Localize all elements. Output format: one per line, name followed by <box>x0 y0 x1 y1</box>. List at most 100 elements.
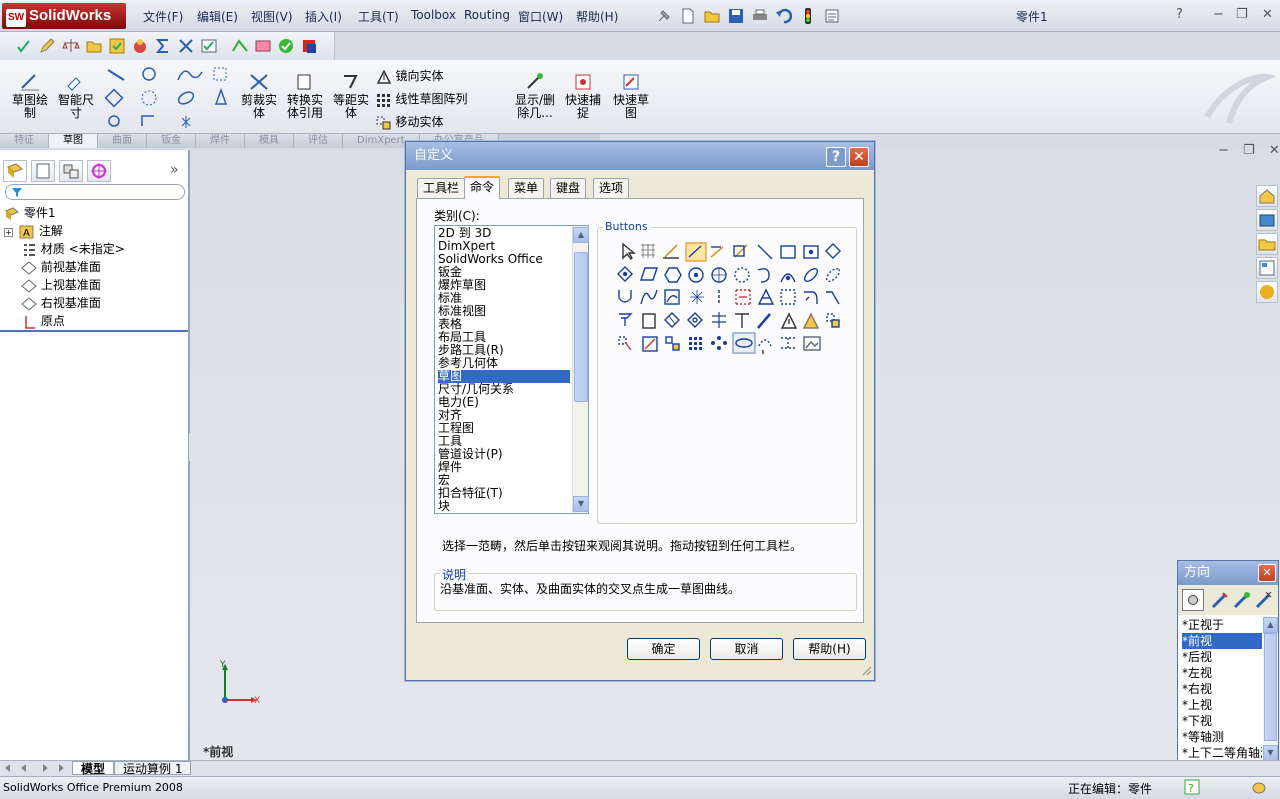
tree-root-part[interactable]: 零件1 <box>4 204 55 221</box>
print-icon[interactable] <box>751 7 769 25</box>
viewport-restore-button[interactable]: ❐ <box>1243 143 1255 158</box>
scroll-up-icon[interactable]: ▲ <box>573 227 589 243</box>
pin-icon[interactable] <box>655 7 673 25</box>
menu-help[interactable]: 帮助(H) <box>576 8 618 25</box>
tree-item-annotations[interactable]: + A 注解 <box>4 222 63 239</box>
category-scrollbar[interactable]: ▲ ▼ <box>572 226 589 513</box>
tree-item-front-plane[interactable]: 前视基准面 <box>21 258 101 275</box>
sketch-tools-group[interactable] <box>104 66 232 130</box>
close-button[interactable]: ✕ <box>1262 7 1273 22</box>
tab-evaluate[interactable]: 评估 <box>294 134 343 148</box>
dialog-help-text-button[interactable]: 帮助(H) <box>793 638 866 660</box>
list-item[interactable]: *正视于 <box>1182 617 1262 633</box>
update-view-icon[interactable] <box>1232 590 1252 610</box>
scroll-thumb[interactable] <box>574 252 588 402</box>
task-home-tab[interactable] <box>1256 185 1278 207</box>
scissors-icon[interactable] <box>177 37 195 55</box>
tab-options[interactable]: 选项 <box>593 178 630 198</box>
new-view-icon[interactable] <box>1210 590 1230 610</box>
viewport-close-button[interactable]: ✕ <box>1269 143 1280 158</box>
scroll-up-icon[interactable]: ▲ <box>1263 617 1278 633</box>
rapid-sketch-button[interactable]: 快速草 图 <box>610 72 652 120</box>
resize-grip-icon[interactable] <box>860 664 872 676</box>
dimxpert-manager-tab[interactable] <box>87 160 111 182</box>
green-check-icon[interactable] <box>277 37 295 55</box>
move-entities-button[interactable]: 移动实体 <box>376 113 444 130</box>
tab-motion-study[interactable]: 运动算例 1 <box>114 761 192 776</box>
list-item[interactable]: *上视 <box>1182 697 1262 713</box>
tab-weldments[interactable]: 焊件 <box>196 134 245 148</box>
minimize-button[interactable]: − <box>1213 7 1224 22</box>
scroll-down-icon[interactable]: ▼ <box>1263 745 1278 761</box>
menu-toolbox[interactable]: Toolbox <box>411 8 456 22</box>
checkbox-icon[interactable] <box>108 37 126 55</box>
expand-more-icon[interactable]: » <box>170 162 179 178</box>
orientation-scrollbar[interactable]: ▲ ▼ <box>1263 617 1278 761</box>
list-item-selected[interactable]: *前视 <box>1182 633 1262 649</box>
tab-features[interactable]: 特征 <box>0 134 49 148</box>
list-item[interactable]: *上下二等角轴测 <box>1182 745 1262 761</box>
save-icon[interactable] <box>727 7 745 25</box>
rebuild-traffic-light-icon[interactable] <box>799 7 817 25</box>
task-file-explorer-tab[interactable] <box>1256 233 1278 255</box>
dialog-help-button[interactable]: ? <box>826 147 846 167</box>
tab-commands[interactable]: 命令 <box>464 176 501 199</box>
menu-view[interactable]: 视图(V) <box>251 8 293 25</box>
list-item[interactable]: *右视 <box>1182 681 1262 697</box>
list-item[interactable]: *左视 <box>1182 665 1262 681</box>
route-icon[interactable] <box>231 37 249 55</box>
smart-dimension-button[interactable]: 智能尺 寸 <box>54 72 98 120</box>
tree-item-right-plane[interactable]: 右视基准面 <box>21 294 101 311</box>
sigma-icon[interactable] <box>154 37 172 55</box>
tab-mold[interactable]: 模具 <box>245 134 294 148</box>
list-item[interactable]: *后视 <box>1182 649 1262 665</box>
orientation-list[interactable]: *正视于 *前视 *后视 *左视 *右视 *上视 *下视 *等轴测 *上下二等角… <box>1180 617 1262 761</box>
dialog-close-button[interactable]: ✕ <box>849 147 869 167</box>
tab-menus[interactable]: 菜单 <box>508 178 545 198</box>
category-list[interactable]: 2D 到 3D DimXpert SolidWorks Office 钣金 爆炸… <box>434 225 589 514</box>
viewport-minimize-button[interactable]: − <box>1218 143 1229 158</box>
ok-button[interactable]: 确定 <box>627 638 700 660</box>
list-item[interactable]: 扣合特征(T) <box>438 487 570 500</box>
pin-view-icon[interactable] <box>1182 589 1204 611</box>
cancel-button[interactable]: 取消 <box>710 638 783 660</box>
tree-item-material[interactable]: 材质 <未指定> <box>21 240 125 257</box>
pencil-icon[interactable] <box>38 37 56 55</box>
menu-routing[interactable]: Routing <box>464 8 510 22</box>
tab-surfaces[interactable]: 曲面 <box>98 134 147 148</box>
task-design-library-tab[interactable] <box>1256 209 1278 231</box>
spell-check-icon[interactable] <box>15 37 33 55</box>
list-item[interactable]: *下视 <box>1182 713 1262 729</box>
menu-tools[interactable]: 工具(T) <box>358 8 399 25</box>
tab-model[interactable]: 模型 <box>72 761 115 776</box>
trim-entities-button[interactable]: 剪裁实 体 <box>238 72 280 120</box>
reset-view-icon[interactable] <box>1254 590 1274 610</box>
task-appearances-tab[interactable] <box>1256 281 1278 303</box>
menu-insert[interactable]: 插入(I) <box>305 8 342 25</box>
expand-plus-icon[interactable]: + <box>4 228 13 237</box>
list-item[interactable]: 块 <box>438 500 570 513</box>
tab-scroll-arrows-icon[interactable] <box>3 762 71 774</box>
tab-toolbars[interactable]: 工具栏 <box>417 178 466 198</box>
folder-icon[interactable] <box>85 37 103 55</box>
app-logo[interactable]: SW SolidWorks <box>2 3 126 29</box>
configuration-manager-tab[interactable] <box>59 160 83 182</box>
quick-snaps-button[interactable]: 快速捕 捉 <box>562 72 604 120</box>
list-item[interactable]: *等轴测 <box>1182 729 1262 745</box>
menu-edit[interactable]: 编辑(E) <box>197 8 238 25</box>
mass-properties-icon[interactable] <box>131 37 149 55</box>
display-delete-relations-button[interactable]: 显示/删 除几... <box>512 72 558 120</box>
restore-button[interactable]: ❐ <box>1236 7 1248 22</box>
new-document-icon[interactable] <box>679 7 697 25</box>
linear-pattern-button[interactable]: 线性草图阵列 <box>376 90 468 107</box>
offset-entities-button[interactable]: 等距实 体 <box>330 72 372 120</box>
tree-item-origin[interactable]: 原点 <box>21 312 65 329</box>
property-manager-tab[interactable] <box>31 160 55 182</box>
orientation-close-button[interactable]: ✕ <box>1258 564 1276 582</box>
command-buttons-grid[interactable] <box>617 242 847 362</box>
feature-tree-tab[interactable] <box>3 160 27 182</box>
open-folder-icon[interactable] <box>703 7 721 25</box>
check-table-icon[interactable] <box>200 37 218 55</box>
menu-window[interactable]: 窗口(W) <box>518 8 563 25</box>
feature-tree-filter[interactable] <box>5 184 185 200</box>
